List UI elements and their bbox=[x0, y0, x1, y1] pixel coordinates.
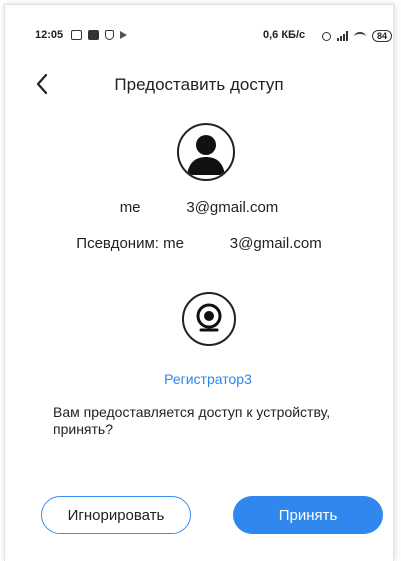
accept-button[interactable]: Принять bbox=[233, 496, 383, 534]
ignore-button[interactable]: Игнорировать bbox=[41, 496, 191, 534]
user-email: me 3@gmail.com bbox=[119, 199, 279, 216]
status-system-icons: 84 bbox=[322, 30, 393, 42]
page-title: Предоставить доступ bbox=[114, 75, 284, 94]
shield-notification-icon bbox=[105, 30, 114, 40]
alarm-icon bbox=[322, 31, 331, 41]
play-notification-icon bbox=[120, 31, 127, 39]
signal-icon bbox=[337, 31, 348, 41]
wifi-icon bbox=[354, 31, 366, 41]
camera-icon bbox=[196, 303, 222, 332]
app-screen: 12:05 0,6 КБ/с 84 Предоставить доступ me bbox=[4, 4, 394, 561]
user-avatar bbox=[177, 123, 235, 181]
network-speed: 0,6 КБ/с bbox=[263, 29, 306, 41]
user-nickname: Псевдоним: me 3@gmail.com bbox=[76, 235, 322, 252]
user-icon bbox=[187, 135, 225, 175]
message-notification-icon bbox=[71, 30, 82, 40]
status-bar: 12:05 0,6 КБ/с 84 bbox=[5, 29, 393, 45]
status-notification-icons bbox=[71, 30, 127, 40]
battery-indicator: 84 bbox=[372, 30, 393, 42]
app-notification-icon bbox=[88, 30, 99, 40]
status-time: 12:05 bbox=[35, 29, 64, 41]
device-name: Регистратор3 bbox=[164, 371, 252, 387]
device-avatar bbox=[182, 292, 236, 346]
share-request-message: Вам предоставляется доступ к устройству,… bbox=[53, 404, 331, 437]
